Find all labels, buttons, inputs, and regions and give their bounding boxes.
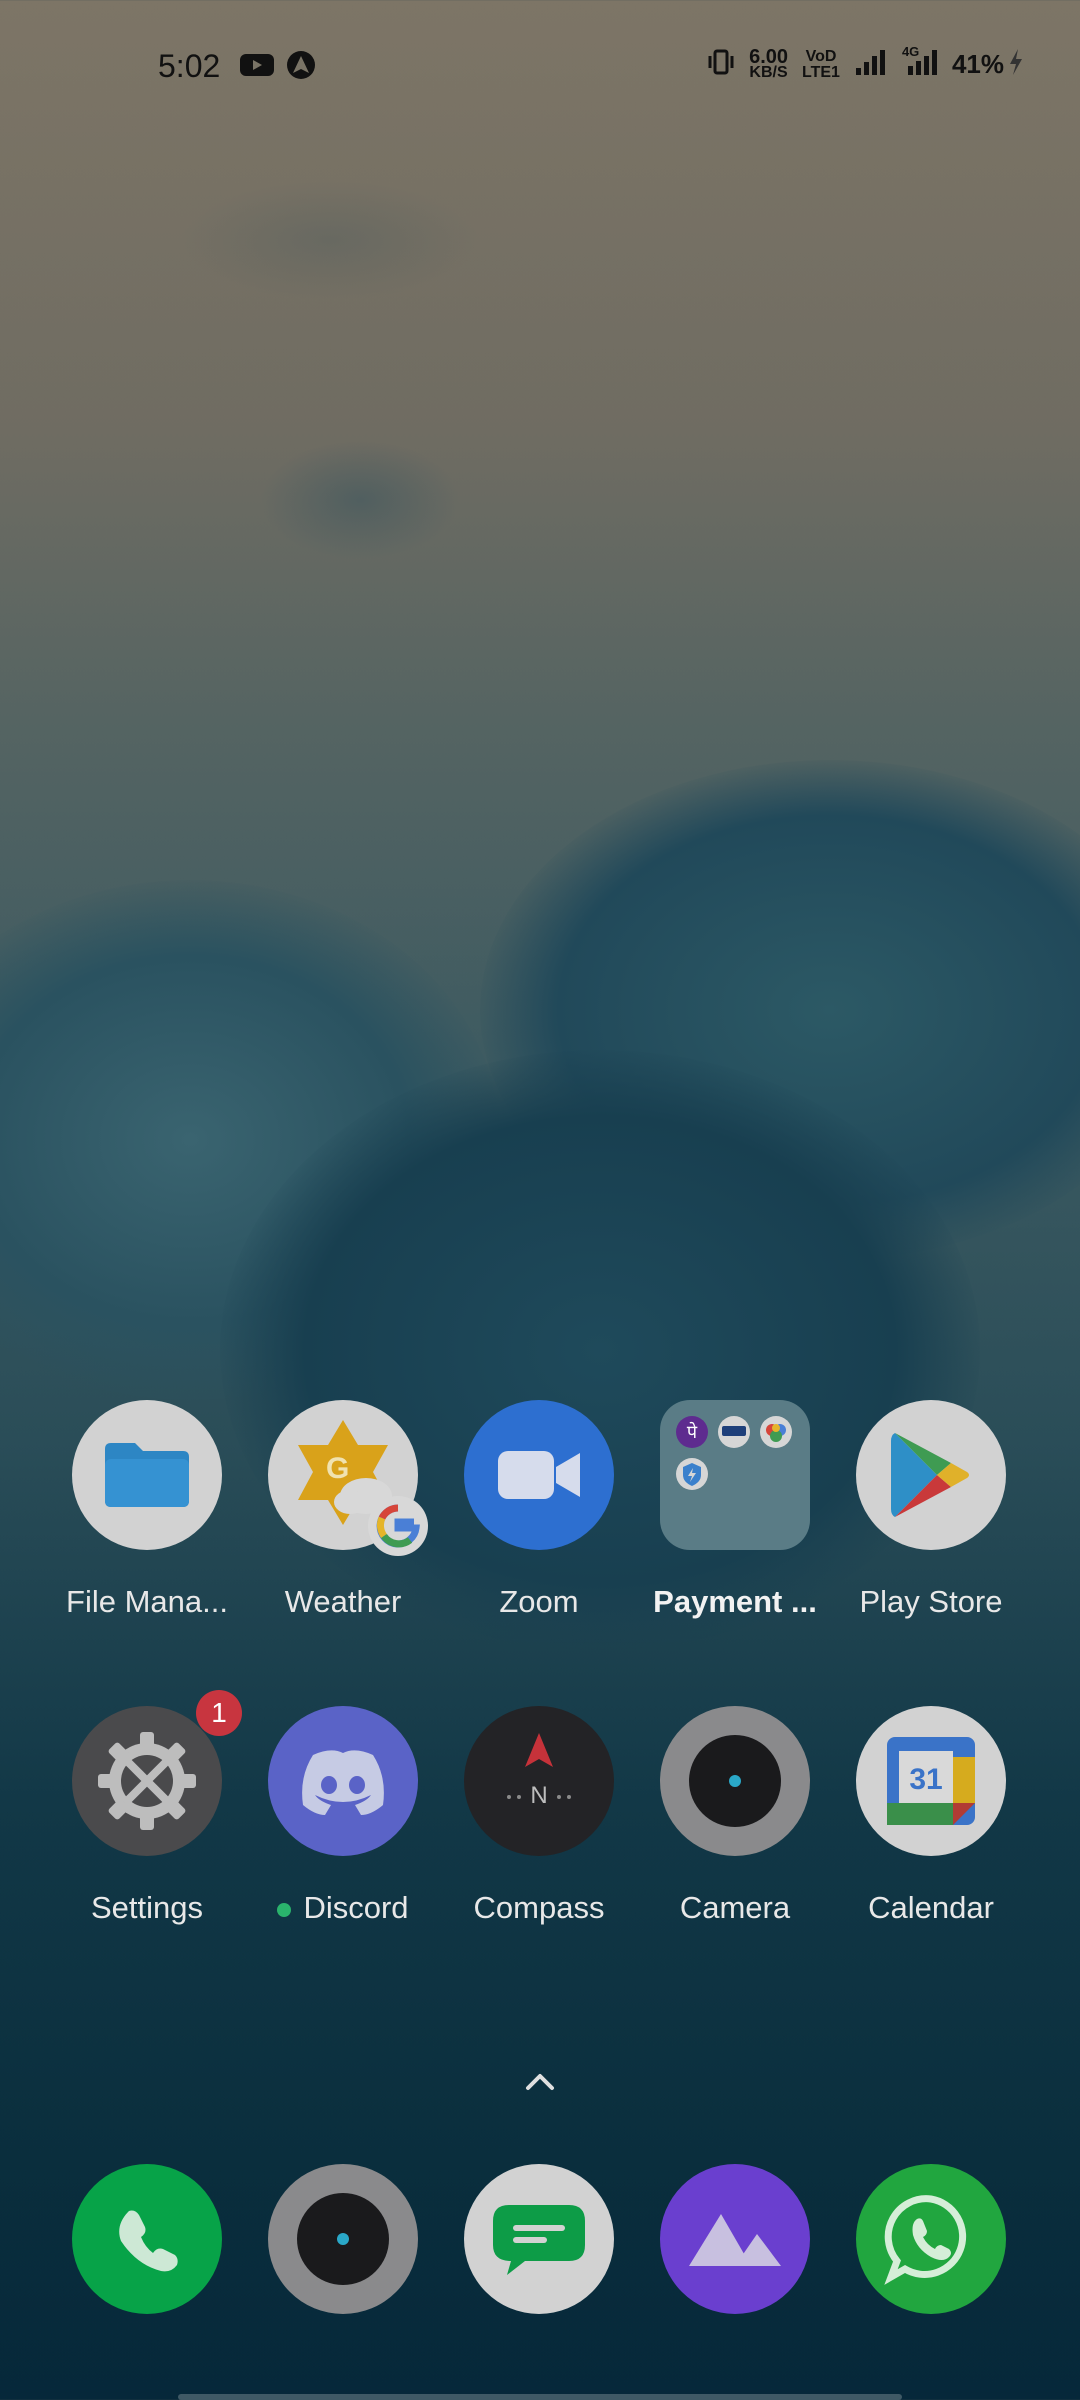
wallpaper bbox=[0, 0, 1080, 2400]
compass-icon: N bbox=[464, 1706, 614, 1856]
paytm-icon bbox=[718, 1416, 750, 1448]
app-folder-payment[interactable]: पे Payment ... bbox=[637, 1400, 833, 1620]
status-bar: 5:02 6.00 KB/S VoD LTE1 4G 41% bbox=[0, 42, 1080, 102]
app-zoom[interactable]: Zoom bbox=[441, 1400, 637, 1620]
gallery-icon bbox=[660, 2164, 810, 2314]
vibrate-icon bbox=[707, 48, 735, 81]
app-compass[interactable]: N Compass bbox=[441, 1706, 637, 1926]
google-badge-icon bbox=[368, 1496, 428, 1556]
calendar-icon: 31 bbox=[856, 1706, 1006, 1856]
messages-icon bbox=[464, 2164, 614, 2314]
phonepe-icon: पे bbox=[676, 1416, 708, 1448]
app-drawer-chevron-icon[interactable] bbox=[520, 2068, 560, 2099]
play-store-icon bbox=[856, 1400, 1006, 1550]
gpay-icon bbox=[760, 1416, 792, 1448]
signal-icon bbox=[854, 48, 888, 81]
status-right-group: 6.00 KB/S VoD LTE1 4G 41% bbox=[707, 44, 1024, 81]
folder-icon bbox=[72, 1400, 222, 1550]
svg-text:31: 31 bbox=[909, 1763, 942, 1796]
app-weather[interactable]: G Weather bbox=[245, 1400, 441, 1620]
phone-icon bbox=[72, 2164, 222, 2314]
shield-pay-icon bbox=[676, 1458, 708, 1490]
whatsapp-icon bbox=[856, 2164, 1006, 2314]
app-calendar[interactable]: 31 Calendar bbox=[833, 1706, 1029, 1926]
app-camera[interactable]: Camera bbox=[637, 1706, 833, 1926]
weather-icon: G bbox=[268, 1400, 428, 1556]
camera-icon bbox=[268, 2164, 418, 2314]
app-file-manager[interactable]: File Mana... bbox=[49, 1400, 245, 1620]
app-discord[interactable]: Discord bbox=[245, 1706, 441, 1926]
dock-phone[interactable] bbox=[49, 2164, 245, 2314]
camera-icon bbox=[660, 1706, 810, 1856]
notification-badge: 1 bbox=[196, 1690, 242, 1736]
volte-indicator: VoD LTE1 bbox=[802, 47, 840, 81]
clock: 5:02 bbox=[158, 48, 221, 84]
discord-icon bbox=[268, 1706, 418, 1856]
gesture-bar[interactable] bbox=[178, 2394, 902, 2400]
signal-4g-icon: 4G bbox=[902, 44, 938, 81]
online-dot bbox=[277, 1902, 292, 1917]
gear-icon: 1 bbox=[72, 1690, 242, 1856]
svg-text:N: N bbox=[530, 1782, 547, 1809]
folder-group-icon: पे bbox=[660, 1400, 810, 1550]
app-settings[interactable]: 1 Settings bbox=[49, 1690, 245, 1926]
battery-percent: 41% bbox=[951, 49, 1004, 79]
dock-messages[interactable] bbox=[441, 2164, 637, 2314]
charging-icon bbox=[1008, 48, 1024, 81]
video-camera-icon bbox=[464, 1400, 614, 1550]
dock-whatsapp[interactable] bbox=[833, 2164, 1029, 2314]
dock-camera[interactable] bbox=[245, 2164, 441, 2314]
dock-gallery[interactable] bbox=[637, 2164, 833, 2314]
net-speed: 6.00 KB/S bbox=[749, 45, 789, 81]
assistant-icon bbox=[286, 50, 316, 85]
svg-text:G: G bbox=[326, 1452, 349, 1485]
app-play-store[interactable]: Play Store bbox=[833, 1400, 1029, 1620]
youtube-icon bbox=[240, 52, 274, 83]
